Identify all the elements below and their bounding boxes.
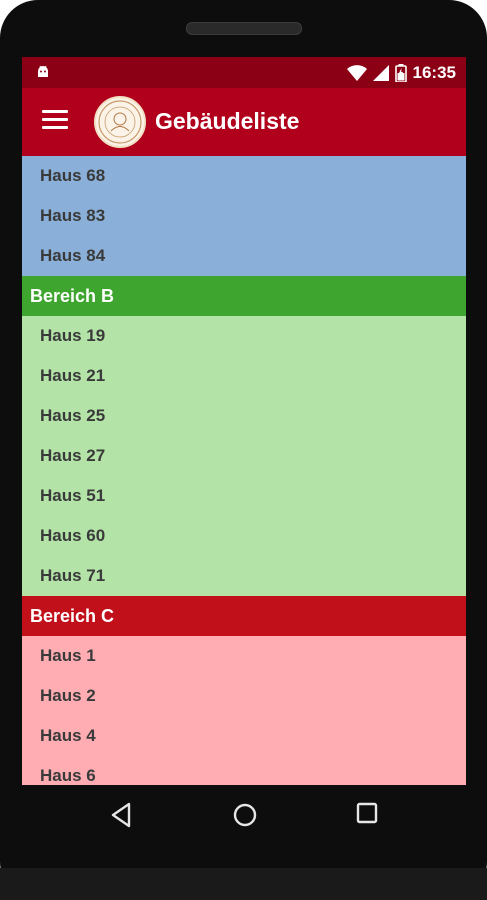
page-title: Gebäudeliste: [155, 108, 300, 134]
status-icons: 16:35: [346, 62, 456, 84]
wifi-icon: [346, 65, 367, 81]
list-item[interactable]: Haus 27: [22, 436, 466, 476]
list-item[interactable]: Haus 60: [22, 516, 466, 556]
battery-icon: [394, 64, 407, 82]
list-item[interactable]: Haus 21: [22, 356, 466, 396]
list-item[interactable]: Haus 4: [22, 716, 466, 756]
section-header-bereich-b: Bereich B: [22, 276, 466, 316]
list-item[interactable]: Haus 84: [22, 236, 466, 276]
list-item[interactable]: Haus 68: [22, 156, 466, 196]
building-list: Haus 68 Haus 83 Haus 84 Bereich B Haus 1…: [22, 156, 466, 785]
status-bar: 16:35: [22, 57, 466, 88]
android-icon: [38, 65, 48, 77]
list-item[interactable]: Haus 71: [22, 556, 466, 596]
list-item[interactable]: Haus 6: [22, 756, 466, 785]
list-item[interactable]: Haus 25: [22, 396, 466, 436]
phone-frame: 16:35 Gebäudeliste Haus 68 Haus 83 Haus …: [0, 0, 487, 900]
list-item[interactable]: Haus 2: [22, 676, 466, 716]
navigation-bar: [22, 785, 466, 845]
signal-icon: [372, 65, 389, 81]
section-header-bereich-c: Bereich C: [22, 596, 466, 636]
phone-chin: [0, 868, 487, 900]
hamburger-menu-icon[interactable]: [42, 110, 68, 134]
list-item[interactable]: Haus 1: [22, 636, 466, 676]
clock: 16:35: [412, 63, 456, 82]
university-seal-logo: [94, 96, 146, 148]
list-item[interactable]: Haus 83: [22, 196, 466, 236]
home-icon[interactable]: [232, 802, 258, 828]
back-icon[interactable]: [110, 802, 132, 828]
app-bar: Gebäudeliste: [22, 88, 466, 156]
speaker-grille: [186, 22, 302, 35]
recent-apps-icon[interactable]: [356, 802, 378, 824]
screen: 16:35 Gebäudeliste Haus 68 Haus 83 Haus …: [22, 57, 466, 785]
list-item[interactable]: Haus 51: [22, 476, 466, 516]
list-item[interactable]: Haus 19: [22, 316, 466, 356]
